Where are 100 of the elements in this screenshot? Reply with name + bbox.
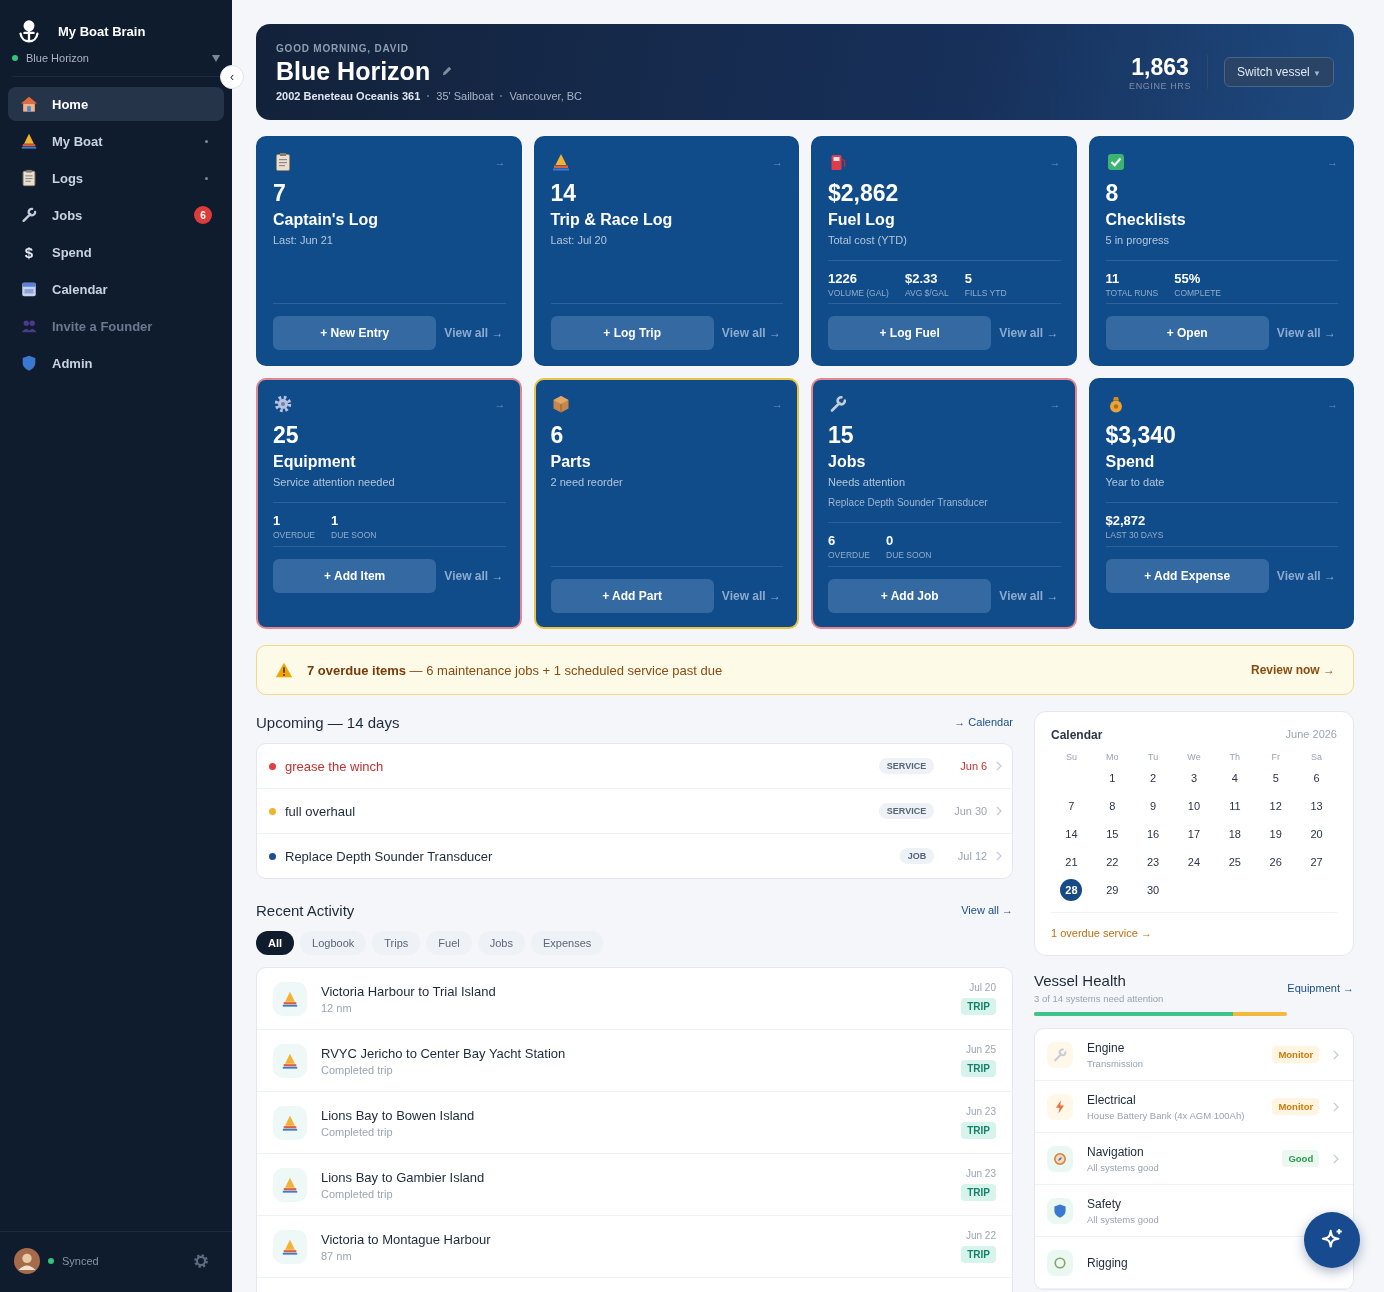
calendar-day[interactable]: 8	[1101, 795, 1124, 817]
add-button[interactable]: + Open	[1105, 316, 1269, 350]
calendar-day[interactable]: 21	[1060, 851, 1083, 873]
sidebar-item[interactable]: My Boat	[8, 124, 224, 158]
view-all-link[interactable]: View all →	[961, 904, 1013, 916]
calendar-day[interactable]: 16	[1142, 823, 1165, 845]
sidebar-item[interactable]: Invite a Founder	[8, 309, 224, 343]
filter-chip[interactable]: Jobs	[477, 931, 525, 955]
overdue-link[interactable]: 1 overdue service →	[1051, 927, 1152, 939]
calendar-day[interactable]: 28	[1060, 879, 1083, 901]
sidebar-item[interactable]: Calendar	[8, 272, 224, 306]
submenu-indicator	[205, 139, 208, 143]
calendar-day[interactable]: 23	[1142, 851, 1165, 873]
shield-icon	[1052, 1202, 1068, 1219]
stat-value: 55%	[1174, 271, 1202, 286]
switch-vessel-button[interactable]: Switch vessel ▼	[1224, 57, 1334, 87]
card-title: Captain's Log	[273, 211, 380, 229]
add-button[interactable]: + Log Fuel	[828, 316, 992, 350]
filter-chip[interactable]: Expenses	[531, 931, 604, 955]
calendar-day[interactable]: 26	[1264, 851, 1287, 873]
view-all-link[interactable]: View all →	[442, 326, 506, 340]
activity-item[interactable]: Lions Bay to Gambier Island Completed trip Jun 23 TRIP	[257, 1154, 1012, 1216]
calendar-day[interactable]: 18	[1223, 823, 1246, 845]
card-subtitle: Last: Jun 21	[273, 234, 334, 246]
calendar-day[interactable]: 20	[1305, 823, 1328, 845]
sidebar-item[interactable]: Jobs 6	[8, 198, 224, 232]
view-all-link[interactable]: View all →	[1274, 326, 1338, 340]
activity-item[interactable]: Victoria Harbour to Trial Island 12 nm Jul 20 TRIP	[257, 968, 1012, 1030]
filter-chip[interactable]: Logbook	[300, 931, 367, 955]
review-link[interactable]: Review now →	[1250, 663, 1335, 677]
sidebar-item[interactable]: Home	[8, 87, 224, 121]
add-button[interactable]: + Add Expense	[1105, 559, 1269, 593]
due-date: Jul 12	[956, 850, 988, 862]
calendar-day[interactable]: 1	[1101, 767, 1124, 789]
upcoming-item[interactable]: full overhaul SERVICE Jun 30	[257, 789, 1012, 834]
weekday-label: Su	[1064, 752, 1078, 762]
stat-value: 5	[964, 271, 973, 286]
add-button[interactable]: + Add Job	[828, 579, 992, 613]
system-detail: All systems good	[1087, 1213, 1160, 1225]
add-button[interactable]: + Log Trip	[550, 316, 714, 350]
sidebar-item[interactable]: Admin	[8, 346, 224, 380]
upcoming-item[interactable]: Replace Depth Sounder Transducer JOB Jul 12	[257, 834, 1012, 878]
equipment-link[interactable]: Equipment →	[1287, 982, 1354, 994]
settings-icon[interactable]	[192, 1252, 210, 1270]
card-title: Checklists	[1105, 211, 1187, 229]
view-all-link[interactable]: View all →	[442, 569, 506, 583]
calendar-day[interactable]: 25	[1223, 851, 1246, 873]
sync-status: Synced	[62, 1255, 100, 1267]
avatar-icon[interactable]	[14, 1248, 40, 1274]
calendar-day[interactable]: 27	[1305, 851, 1328, 873]
view-all-link[interactable]: View all →	[719, 326, 783, 340]
sidebar-item[interactable]: $ Spend	[8, 235, 224, 269]
calendar-day[interactable]: 13	[1305, 795, 1328, 817]
filter-chip[interactable]: Fuel	[426, 931, 472, 955]
stat-value: 11	[1105, 271, 1121, 286]
calendar-day[interactable]: 4	[1223, 767, 1246, 789]
calendar-day[interactable]: 3	[1183, 767, 1205, 789]
calendar-day[interactable]: 29	[1101, 879, 1124, 901]
upcoming-item[interactable]: grease the winch SERVICE Jun 6	[257, 744, 1012, 789]
card-value: 15	[828, 422, 855, 449]
view-all-link[interactable]: View all →	[997, 589, 1061, 603]
add-button[interactable]: + Add Item	[273, 559, 437, 593]
system-name: Safety	[1087, 1196, 1123, 1211]
calendar-day[interactable]: 10	[1183, 795, 1205, 817]
clipboard-icon	[20, 169, 38, 187]
calendar-day[interactable]: 17	[1183, 823, 1205, 845]
filter-chip[interactable]: Trips	[372, 931, 421, 955]
calendar-day[interactable]: 24	[1183, 851, 1205, 873]
calendar-day[interactable]: 12	[1264, 795, 1287, 817]
house-icon	[20, 95, 38, 113]
filter-chip[interactable]: All	[256, 931, 295, 955]
calendar-day[interactable]: 6	[1305, 767, 1328, 789]
calendar-day[interactable]: 5	[1264, 767, 1287, 789]
calendar-day[interactable]: 22	[1101, 851, 1124, 873]
calendar-day[interactable]: 7	[1060, 795, 1083, 817]
calendar-day[interactable]: 11	[1223, 795, 1246, 817]
calendar-day[interactable]: 14	[1060, 823, 1083, 845]
add-button[interactable]: + Add Part	[550, 579, 714, 613]
card-note: Replace Depth Sounder Transducer	[828, 497, 989, 508]
card-subtitle: Last: Jul 20	[550, 234, 608, 246]
card-subtitle: Total cost (YTD)	[828, 234, 908, 246]
activity-item[interactable]: Lions Bay to Bowen Island Completed trip Jun 23 TRIP	[257, 1092, 1012, 1154]
calendar-day[interactable]: 19	[1264, 823, 1287, 845]
calendar-day[interactable]: 30	[1142, 879, 1165, 901]
calendar-link[interactable]: → Calendar	[954, 716, 1013, 728]
add-button[interactable]: + New Entry	[273, 316, 437, 350]
activity-item[interactable]: RVYC Jericho to Center Bay Yacht Station Completed trip Jun 25 TRIP	[257, 1030, 1012, 1092]
engine-hours-label: ENGINE HRS	[1129, 80, 1192, 91]
sidebar-item[interactable]: Logs	[8, 161, 224, 195]
collapse-button[interactable]: ‹	[220, 65, 244, 89]
card-value: 14	[550, 180, 578, 207]
view-all-link[interactable]: View all →	[719, 589, 783, 603]
calendar-day[interactable]: 15	[1101, 823, 1124, 845]
view-all-link[interactable]: View all →	[997, 326, 1061, 340]
calendar-day[interactable]: 9	[1142, 795, 1165, 817]
calendar-day[interactable]: 2	[1142, 767, 1165, 789]
activity-item[interactable]: Victoria to Montague Harbour 87 nm Jun 22 TRIP	[257, 1216, 1012, 1278]
weekday-label: Th	[1228, 752, 1242, 762]
view-all-link[interactable]: View all →	[1274, 569, 1338, 583]
stat-label: AVG $/GAL	[904, 288, 949, 298]
